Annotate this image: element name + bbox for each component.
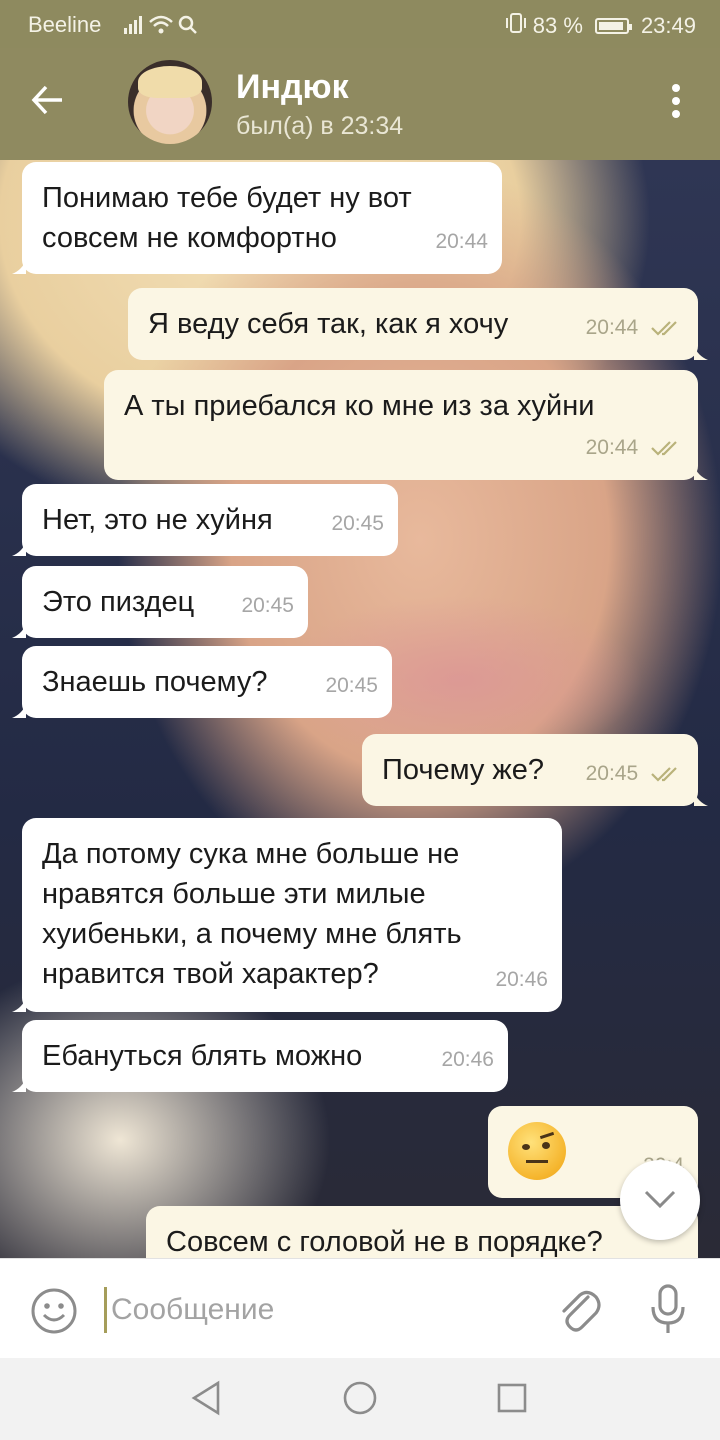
message-time: 20:45 [325, 674, 378, 697]
chat-area[interactable]: Понимаю тебе будет ну вот совсем не комф… [0, 160, 720, 1258]
message-time: 20:46 [495, 968, 548, 991]
status-bar: Beeline 83 % 23:49 [0, 0, 720, 48]
message-outgoing[interactable]: Совсем с головой не в порядке? [146, 1206, 698, 1258]
double-check-icon [651, 441, 677, 457]
contact-name[interactable]: Индюк [236, 68, 349, 107]
message-text: Нет, это не хуйня [42, 504, 273, 536]
message-time: 20:46 [441, 1048, 494, 1071]
message-time: 20:45 [241, 594, 294, 617]
message-time: 20:44 [586, 308, 684, 348]
double-check-icon [651, 767, 677, 783]
smile-icon[interactable] [30, 1287, 78, 1340]
system-navigation-bar [0, 1358, 720, 1440]
message-time: 20:44 [586, 428, 684, 468]
status-right: 83 % 23:49 [505, 12, 696, 40]
message-text: Понимаю тебе будет ну вот совсем не комф… [42, 182, 412, 254]
recents-square-icon[interactable] [496, 1380, 528, 1421]
microphone-icon[interactable] [648, 1283, 688, 1340]
message-outgoing[interactable]: А ты приебался ко мне из за хуйни 20:44 [104, 370, 708, 480]
arrow-left-icon[interactable] [28, 80, 84, 128]
message-incoming[interactable]: Ебануться блять можно 20:46 [12, 1020, 508, 1092]
message-text: Знаешь почему? [42, 666, 268, 698]
clock: 23:49 [640, 13, 696, 38]
message-incoming[interactable]: Знаешь почему? 20:45 [12, 646, 392, 718]
battery-percent: 83 % [532, 13, 583, 38]
chevron-down-icon[interactable] [620, 1160, 700, 1240]
message-text: Да потому сука мне больше не нравятся бо… [42, 838, 462, 990]
double-check-icon [651, 321, 677, 337]
message-time: 20:45 [586, 754, 684, 794]
message-input[interactable] [104, 1287, 533, 1333]
face-with-raised-eyebrow-icon [508, 1122, 566, 1180]
message-text: Совсем с головой не в порядке? [166, 1226, 603, 1258]
back-triangle-icon[interactable] [190, 1380, 222, 1421]
message-text: А ты приебался ко мне из за хуйни [124, 390, 595, 422]
battery-icon [594, 18, 632, 34]
home-circle-icon[interactable] [342, 1380, 378, 1421]
message-outgoing[interactable]: Почему же? 20:45 [362, 734, 708, 806]
message-incoming[interactable]: Это пиздец 20:45 [12, 566, 308, 638]
message-time: 20:45 [331, 512, 384, 535]
chat-header: Индюк был(а) в 23:34 [0, 48, 720, 160]
message-composer [0, 1258, 720, 1359]
avatar[interactable] [128, 60, 212, 144]
last-seen-status: был(а) в 23:34 [236, 112, 404, 140]
carrier-name: Beeline [28, 12, 102, 37]
message-text: Ебануться блять можно [42, 1040, 363, 1072]
message-incoming[interactable]: Понимаю тебе будет ну вот совсем не комф… [12, 162, 502, 274]
signal-icon [122, 12, 212, 42]
vibrate-icon [505, 12, 527, 40]
message-incoming[interactable]: Да потому сука мне больше не нравятся бо… [12, 818, 562, 1012]
paperclip-icon[interactable] [554, 1283, 602, 1340]
message-time: 20:44 [435, 230, 488, 253]
message-incoming[interactable]: Нет, это не хуйня 20:45 [12, 484, 398, 556]
message-outgoing[interactable]: Я веду себя так, как я хочу 20:44 [128, 288, 708, 360]
more-vertical-icon[interactable] [670, 84, 682, 124]
